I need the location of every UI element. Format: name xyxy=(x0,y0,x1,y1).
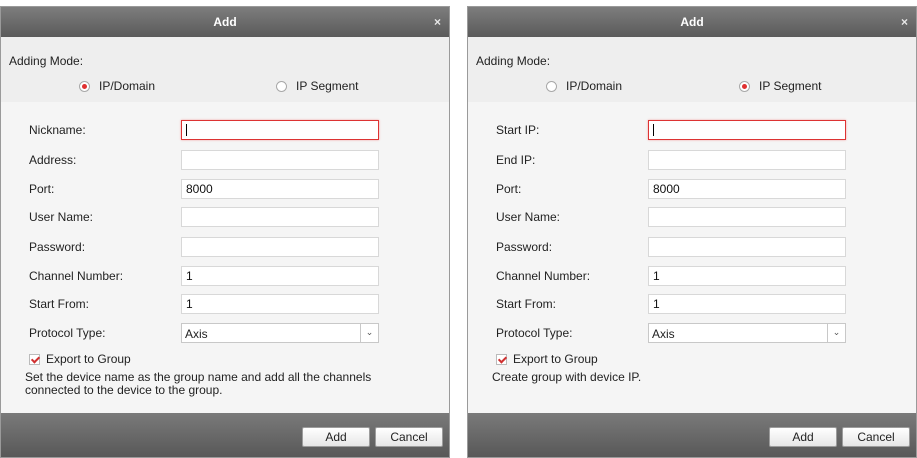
export-to-group-checkbox[interactable]: Export to Group xyxy=(29,352,131,366)
export-to-group-label: Export to Group xyxy=(46,352,131,366)
adding-mode-label: Adding Mode: xyxy=(9,54,84,68)
end-ip-row: End IP: xyxy=(468,150,916,170)
nickname-row: Nickname: xyxy=(1,120,449,140)
device-form: Nickname: Address: Port: 8000 User Name:… xyxy=(1,102,449,415)
dialog-footer: Add Cancel xyxy=(468,413,916,457)
start-from-row: Start From: 1 xyxy=(1,294,449,314)
start-ip-input[interactable] xyxy=(648,120,846,140)
user-name-row: User Name: xyxy=(1,207,449,227)
address-label: Address: xyxy=(29,153,77,167)
channel-number-label: Channel Number: xyxy=(496,269,591,283)
port-input[interactable]: 8000 xyxy=(181,179,379,199)
dialog-titlebar: Add × xyxy=(468,7,916,37)
chevron-down-icon[interactable]: ⌄ xyxy=(827,324,845,342)
start-from-label: Start From: xyxy=(29,297,90,311)
radio-ip-segment[interactable]: IP Segment xyxy=(276,79,358,93)
export-description: Create group with device IP. xyxy=(492,370,642,384)
export-to-group-checkbox[interactable]: Export to Group xyxy=(496,352,598,366)
dialog-footer: Add Cancel xyxy=(1,413,449,457)
password-label: Password: xyxy=(496,240,553,254)
radio-checked-icon xyxy=(739,80,750,92)
port-row: Port: 8000 xyxy=(468,179,916,199)
user-name-label: User Name: xyxy=(496,210,561,224)
text-caret xyxy=(653,124,654,136)
export-to-group-label: Export to Group xyxy=(513,352,598,366)
protocol-type-row: Protocol Type: Axis ⌄ xyxy=(1,323,449,343)
channel-number-row: Channel Number: 1 xyxy=(468,266,916,286)
checkmark-icon xyxy=(496,353,507,365)
start-ip-row: Start IP: xyxy=(468,120,916,140)
protocol-type-row: Protocol Type: Axis ⌄ xyxy=(468,323,916,343)
radio-unchecked-icon xyxy=(546,80,557,92)
radio-ip-segment-label: IP Segment xyxy=(296,79,359,93)
close-icon[interactable]: × xyxy=(434,7,441,37)
radio-ip-domain[interactable]: IP/Domain xyxy=(546,79,622,93)
chevron-down-icon[interactable]: ⌄ xyxy=(360,324,378,342)
end-ip-label: End IP: xyxy=(496,153,536,167)
protocol-type-value: Axis xyxy=(185,327,208,341)
text-caret xyxy=(186,124,187,136)
user-name-label: User Name: xyxy=(29,210,94,224)
port-row: Port: 8000 xyxy=(1,179,449,199)
protocol-type-value: Axis xyxy=(652,327,675,341)
dialog-title: Add xyxy=(213,15,237,29)
start-from-row: Start From: 1 xyxy=(468,294,916,314)
radio-ip-domain-label: IP/Domain xyxy=(566,79,623,93)
port-label: Port: xyxy=(29,182,55,196)
channel-number-label: Channel Number: xyxy=(29,269,124,283)
protocol-type-label: Protocol Type: xyxy=(496,326,573,340)
start-from-input[interactable]: 1 xyxy=(648,294,846,314)
radio-checked-icon xyxy=(79,80,90,92)
start-ip-label: Start IP: xyxy=(496,123,540,137)
radio-ip-segment-label: IP Segment xyxy=(759,79,822,93)
port-input[interactable]: 8000 xyxy=(648,179,846,199)
radio-ip-segment[interactable]: IP Segment xyxy=(739,79,821,93)
cancel-button[interactable]: Cancel xyxy=(842,427,910,447)
add-device-dialog-ip-domain: Add × Adding Mode: IP/Domain IP Segment … xyxy=(0,6,450,458)
port-label: Port: xyxy=(496,182,522,196)
adding-mode-label: Adding Mode: xyxy=(476,54,551,68)
user-name-input[interactable] xyxy=(181,207,379,227)
password-input[interactable] xyxy=(648,237,846,257)
channel-number-input[interactable]: 1 xyxy=(181,266,379,286)
dialog-titlebar: Add × xyxy=(1,7,449,37)
checkmark-icon xyxy=(29,353,40,365)
add-device-dialog-ip-segment: Add × Adding Mode: IP/Domain IP Segment … xyxy=(467,6,917,458)
address-row: Address: xyxy=(1,150,449,170)
nickname-label: Nickname: xyxy=(29,123,86,137)
user-name-row: User Name: xyxy=(468,207,916,227)
password-label: Password: xyxy=(29,240,86,254)
add-button[interactable]: Add xyxy=(302,427,370,447)
cancel-button[interactable]: Cancel xyxy=(375,427,443,447)
start-from-input[interactable]: 1 xyxy=(181,294,379,314)
protocol-type-label: Protocol Type: xyxy=(29,326,106,340)
protocol-type-select[interactable]: Axis ⌄ xyxy=(648,323,846,343)
channel-number-input[interactable]: 1 xyxy=(648,266,846,286)
radio-ip-domain-label: IP/Domain xyxy=(99,79,156,93)
export-description: Set the device name as the group name an… xyxy=(25,370,372,397)
radio-unchecked-icon xyxy=(276,80,287,92)
password-row: Password: xyxy=(468,237,916,257)
user-name-input[interactable] xyxy=(648,207,846,227)
password-input[interactable] xyxy=(181,237,379,257)
close-icon[interactable]: × xyxy=(901,7,908,37)
channel-number-row: Channel Number: 1 xyxy=(1,266,449,286)
add-button[interactable]: Add xyxy=(769,427,837,447)
address-input[interactable] xyxy=(181,150,379,170)
dialog-title: Add xyxy=(680,15,704,29)
start-from-label: Start From: xyxy=(496,297,557,311)
radio-ip-domain[interactable]: IP/Domain xyxy=(79,79,155,93)
protocol-type-select[interactable]: Axis ⌄ xyxy=(181,323,379,343)
password-row: Password: xyxy=(1,237,449,257)
device-form: Start IP: End IP: Port: 8000 User Name: … xyxy=(468,102,916,415)
nickname-input[interactable] xyxy=(181,120,379,140)
end-ip-input[interactable] xyxy=(648,150,846,170)
